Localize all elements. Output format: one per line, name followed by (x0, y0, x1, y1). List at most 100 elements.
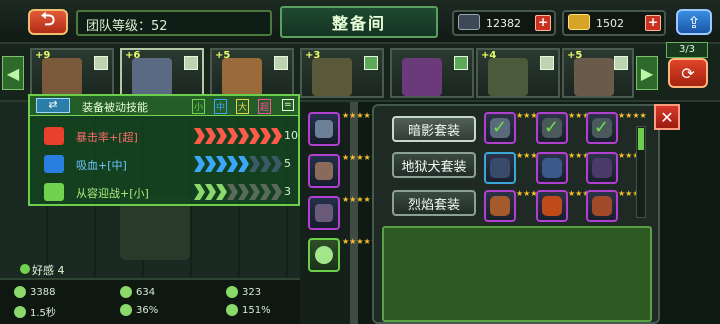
armor-piece-icon (592, 158, 612, 178)
progress-chevron (216, 156, 227, 172)
skill-panel-title: 装备被动技能 (82, 101, 148, 114)
progress-chevron (249, 184, 260, 200)
progress-chevron (271, 156, 282, 172)
stat-hp-value: 3388 (30, 286, 56, 298)
suit-item[interactable]: ★★★★ (536, 152, 597, 184)
hero-role-icon (454, 56, 468, 70)
skill-name: 暴击率+[超] (76, 131, 138, 144)
progress-chevron (205, 156, 216, 172)
suit-item[interactable]: ✓ ★★★★ (586, 112, 647, 144)
stats-bar: 3388 634 323 1.5秒 36% 151% (0, 278, 318, 324)
suit-item[interactable]: ✓ ★★★★ (484, 112, 545, 144)
back-arrow-icon: ⮌ (40, 9, 56, 30)
back-button[interactable]: ⮌ (28, 9, 68, 35)
hero-card-2[interactable]: +6 (120, 48, 204, 98)
share-button[interactable]: ⇪ (676, 9, 712, 35)
stat-speed-value: 1.5秒 (30, 308, 56, 319)
progress-chevron (238, 156, 249, 172)
claw-weapon-icon (490, 196, 510, 216)
progress-chevron (249, 128, 260, 144)
skill-progress-chevrons (194, 156, 282, 172)
menu-icon: = (282, 99, 294, 111)
suit-button-shadow[interactable]: 暗影套装 (392, 116, 476, 142)
add-gold-button[interactable]: + (645, 15, 661, 31)
divider-pipe (350, 102, 358, 324)
hero-card-3[interactable]: +5 (210, 48, 294, 98)
close-button[interactable]: ✕ (654, 104, 680, 130)
hero-role-icon (540, 56, 554, 70)
hero-portrait (574, 58, 614, 96)
currency-iron-value: 12382 (486, 17, 521, 30)
hero-portrait (132, 58, 172, 96)
progress-chevron (216, 128, 227, 144)
hero-card-7[interactable]: +5 (562, 48, 634, 98)
team-level-display: 团队等级：52 (76, 10, 272, 36)
page-title: 整备间 (280, 6, 438, 38)
gold-bar-icon (568, 14, 590, 30)
calm-combat-icon (44, 183, 64, 201)
suit-item[interactable]: ✓ ★★★★ (536, 112, 597, 144)
skill-value: 5 (284, 157, 291, 170)
progress-chevron (271, 184, 282, 200)
crit-icon (120, 304, 132, 316)
suit-item[interactable]: ★★★★ (586, 152, 647, 184)
star-rating-icon: ★★★★★ (342, 111, 378, 120)
add-iron-button[interactable]: + (535, 15, 551, 31)
favor-text: 好感 4 (32, 264, 65, 277)
equip-slot-2[interactable]: ★★★★★ (308, 154, 378, 188)
hero-count-text: 3/3 (678, 44, 696, 55)
arrow-right-icon: ▶ (640, 63, 654, 83)
star-rating-icon: ★★★★ (516, 190, 545, 198)
skill-row: 吸血+[中] 5 (34, 154, 298, 176)
refresh-button[interactable]: ⟳ (668, 58, 708, 88)
hero-card-6[interactable]: +4 (476, 48, 560, 98)
suit-item[interactable]: ★★★★ (484, 152, 545, 184)
progress-chevron (216, 184, 227, 200)
suit-button-flame[interactable]: 烈焰套装 (392, 190, 476, 216)
stat-defense: 323 (226, 286, 261, 298)
hero-role-icon (184, 56, 198, 70)
hero-card-4[interactable]: +3 (300, 48, 384, 98)
swap-button[interactable]: ⇄ (36, 98, 70, 113)
progress-chevron (260, 184, 271, 200)
favor-indicator: 好感 4 (20, 262, 65, 278)
skill-value: 10 (284, 129, 298, 142)
arrow-left-icon: ◀ (6, 63, 20, 83)
currency-iron-display: 12382 + (452, 10, 556, 36)
progress-chevron (194, 156, 205, 172)
item-scrollbar-thumb[interactable] (638, 128, 644, 150)
hero-card-1[interactable]: +9 (30, 48, 114, 98)
equip-slot-3[interactable]: ★★★★★ (308, 196, 378, 230)
suit-item[interactable]: ★★★★ (586, 190, 647, 222)
hero-card-5[interactable] (390, 48, 474, 98)
armor-piece-icon (315, 162, 333, 180)
item-description-panel (382, 226, 652, 322)
stat-defense-value: 323 (242, 286, 262, 298)
scroll-left-button[interactable]: ◀ (2, 56, 24, 90)
check-icon: ✓ (594, 117, 610, 138)
suit-item[interactable]: ★★★★ (484, 190, 545, 222)
star-rating-icon: ★★★★ (618, 152, 647, 160)
crit-damage-icon (226, 304, 238, 316)
star-rating-icon: ★★★★★ (342, 195, 378, 204)
hero-count-badge: 3/3 (666, 42, 708, 58)
stat-crit-value: 36% (136, 304, 159, 316)
ring-icon (315, 246, 333, 264)
iron-ingot-icon (458, 14, 480, 30)
scroll-right-button[interactable]: ▶ (636, 56, 658, 90)
hero-role-icon (364, 56, 378, 70)
suit-item[interactable]: ★★★★ (536, 190, 597, 222)
equip-slot-1[interactable]: ★★★★★ (308, 112, 378, 146)
hero-role-icon (274, 56, 288, 70)
star-rating-icon: ★★★★★ (342, 237, 378, 246)
stat-hp: 3388 (14, 286, 55, 298)
hero-portrait (402, 58, 442, 96)
claw-weapon-icon (490, 158, 510, 178)
armor-piece-icon (315, 204, 333, 222)
star-rating-icon: ★★★★ (618, 112, 647, 120)
suit-button-hellhound[interactable]: 地狱犬套装 (392, 152, 476, 178)
crit-skull-icon (44, 127, 64, 145)
hero-role-icon (94, 56, 108, 70)
equip-slot-4[interactable]: ★★★★★ (308, 238, 378, 272)
currency-gold-display: 1502 + (562, 10, 666, 36)
